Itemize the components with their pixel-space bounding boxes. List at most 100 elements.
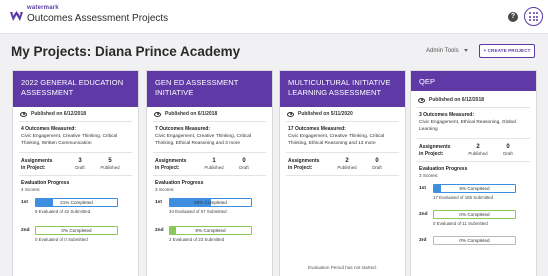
score-row[interactable]: 1st 9% Completed 17 Evaluated of 185 Sub… [419, 182, 528, 206]
progress-bar: 9% Completed [433, 184, 516, 193]
card-title-line: INITIATIVE [155, 88, 194, 97]
draft-label: Draft [503, 151, 513, 156]
score-submitted: 0 Evaluated of 11 Submitted [433, 221, 488, 226]
published-count: 5 [108, 158, 112, 164]
progress-bar: 50% Completed [169, 198, 252, 207]
draft-label: Draft [239, 165, 249, 170]
card-title-line: 2022 GENERAL EDUCATION [21, 78, 124, 87]
card-title-line: ASSESSMENT [21, 88, 74, 97]
outcomes-list: Thinking, Ethical Reasoning and 13 more [288, 140, 376, 146]
eye-icon [418, 97, 425, 103]
score-row[interactable]: 2nd 8% Completed 2 Evaluated of 23 Submi… [155, 224, 264, 248]
published-date: Published on 6/12/2018 [429, 97, 485, 103]
score-row[interactable]: 1st 50% Completed 34 Evaluated of 67 Sub… [155, 196, 264, 220]
draft-label: Draft [75, 165, 85, 170]
outcomes-heading: 3 Outcomes Measured: [419, 112, 475, 118]
progress-label: 50% Completed [194, 200, 227, 205]
card-title-line: QEP [419, 77, 436, 86]
published-label: Published [468, 151, 488, 156]
progress-bar: 0% Completed [433, 236, 516, 245]
project-card[interactable]: MULTICULTURAL INITIATIVE LEARNING ASSESS… [279, 70, 406, 276]
project-card[interactable]: QEP Published on 6/12/2018 3 Outcomes Me… [410, 70, 537, 276]
progress-label: 8% Completed [195, 228, 226, 233]
outcomes-list: Thinking, Ethical Reasoning and 3 more [155, 140, 241, 146]
assignments-label: in Project: [21, 164, 46, 171]
assignments-label: Assignments [21, 158, 53, 164]
published-label: Published [100, 165, 120, 170]
watermark-logo-icon [10, 11, 23, 21]
outcomes-list: Civic Engagement, Creative Thinking, Cri… [288, 134, 385, 139]
card-header: GEN ED ASSESSMENT INITIATIVE [147, 71, 272, 107]
score-rank: 3rd [419, 238, 427, 243]
score-row[interactable]: 3rd 0% Completed [419, 234, 528, 258]
score-submitted: 2 Evaluated of 23 Submitted [169, 237, 225, 242]
card-header: QEP [411, 71, 536, 91]
progress-bar: 0% Completed [35, 226, 118, 235]
app-title: Outcomes Assessment Projects [27, 13, 169, 24]
published-label: Published [204, 165, 224, 170]
published-label: Published [337, 165, 357, 170]
brand-name: watermark [27, 5, 59, 11]
published-date: Published on 5/11/2020 [298, 111, 353, 117]
project-card[interactable]: 2022 GENERAL EDUCATION ASSESSMENT Publis… [12, 70, 139, 276]
score-row[interactable]: 2nd 0% Completed 0 Evaluated of 0 Submit… [21, 224, 130, 248]
eye-icon [20, 111, 27, 117]
score-rank: 2nd [155, 228, 164, 233]
progress-bar: 21% Completed [35, 198, 118, 207]
published-count: 2 [345, 158, 349, 164]
evaluation-progress-heading: Evaluation Progress [155, 180, 204, 186]
score-count: 3 Scores: [155, 187, 175, 192]
progress-bar: 0% Completed [433, 210, 516, 219]
draft-count: 0 [506, 144, 510, 150]
help-icon[interactable]: ? [508, 12, 518, 22]
admin-tools-dropdown[interactable]: Admin Tools [426, 48, 468, 54]
score-count: 4 Scores: [21, 187, 41, 192]
outcomes-list: Civic Engagement, Creative Thinking, Cri… [155, 134, 252, 139]
admin-tools-label: Admin Tools [426, 48, 459, 54]
draft-label: Draft [372, 165, 382, 170]
published-date: Published on 6/1/2018 [165, 111, 218, 117]
top-bar: watermark Outcomes Assessment Projects ? [0, 0, 548, 34]
assignments-label: Assignments [155, 158, 187, 164]
assignments-label: Assignments [288, 158, 320, 164]
published-count: 2 [476, 144, 480, 150]
eye-icon [287, 111, 294, 117]
score-rank: 1st [155, 200, 162, 205]
card-title-line: MULTICULTURAL INITIATIVE [288, 78, 391, 87]
card-header: MULTICULTURAL INITIATIVE LEARNING ASSESS… [280, 71, 405, 107]
divider [286, 175, 399, 176]
score-rank: 2nd [21, 228, 30, 233]
progress-label: 0% Completed [459, 212, 490, 217]
create-project-button[interactable]: + CREATE PROJECT [479, 44, 535, 58]
assignments-label: in Project: [288, 164, 313, 171]
draft-count: 0 [242, 158, 246, 164]
published-date: Published on 6/12/2018 [31, 111, 87, 117]
score-row[interactable]: 2nd 0% Completed 0 Evaluated of 11 Submi… [419, 208, 528, 232]
outcomes-list: Thinking, Written Communication [21, 140, 92, 146]
card-header: 2022 GENERAL EDUCATION ASSESSMENT [13, 71, 138, 107]
card-title-line: GEN ED ASSESSMENT [155, 78, 239, 87]
score-count: 3 Scores: [419, 173, 439, 178]
score-rank: 1st [419, 186, 426, 191]
outcomes-list: Learning [419, 126, 438, 132]
evaluation-progress-heading: Evaluation Progress [419, 166, 468, 172]
progress-label: 0% Completed [61, 228, 92, 233]
draft-count: 3 [78, 158, 82, 164]
draft-count: 0 [375, 158, 379, 164]
assignments-label: Assignments [419, 144, 451, 150]
outcomes-heading: 7 Outcomes Measured: [155, 126, 211, 132]
chevron-down-icon [463, 48, 468, 52]
outcomes-list: Civic Engagement, Ethical Reasoning, Glo… [419, 120, 516, 125]
assignments-label: in Project: [419, 150, 444, 157]
apps-grid-icon[interactable] [524, 7, 543, 26]
score-rank: 2nd [419, 212, 428, 217]
score-row[interactable]: 1st 21% Completed 9 Evaluated of 42 Subm… [21, 196, 130, 220]
score-submitted: 17 Evaluated of 185 Submitted [433, 195, 494, 200]
score-submitted: 34 Evaluated of 67 Submitted [169, 209, 227, 214]
score-submitted: 0 Evaluated of 0 Submitted [35, 237, 88, 242]
progress-bar: 8% Completed [169, 226, 252, 235]
score-submitted: 9 Evaluated of 42 Submitted [35, 209, 91, 214]
score-rank: 1st [21, 200, 28, 205]
outcomes-list: Civic Engagement, Creative Thinking, Cri… [21, 134, 118, 139]
project-card[interactable]: GEN ED ASSESSMENT INITIATIVE Published o… [146, 70, 273, 276]
